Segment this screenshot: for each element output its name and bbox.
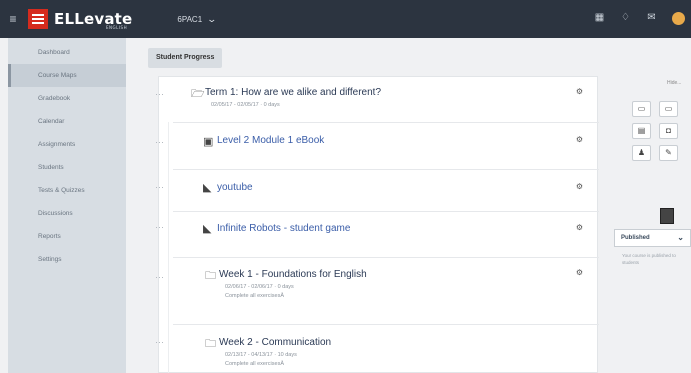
drag-handle-icon[interactable]: ⋯ (155, 222, 164, 233)
publish-status-value: Published (621, 235, 650, 241)
folder-open-icon: 🗁 (191, 88, 205, 100)
sidebar-item-settings[interactable]: Settings (8, 248, 126, 271)
course-map-card: ⋯ 🗁 Term 1: How are we alike and differe… (155, 76, 599, 373)
gear-icon[interactable]: ⚙ (576, 268, 583, 277)
chevron-down-icon: ⌄ (206, 13, 218, 24)
row-note: Complete all exercisesÂ (225, 293, 284, 299)
row-dates: 02/13/17 - 04/13/17 · 10 days (225, 352, 297, 358)
list-item[interactable]: ⋯ 🗀 Week 1 - Foundations for English 02/… (155, 258, 599, 324)
sidebar-item-tests-quizzes[interactable]: Tests & Quizzes (8, 179, 126, 202)
right-panel: Hide... ▭ ▭ ▤ ◘ ♟ ✎ Published ⌄ Your cou… (612, 76, 691, 373)
document-icon[interactable]: ▤ (632, 123, 651, 139)
row-title[interactable]: Level 2 Module 1 eBook (217, 135, 324, 146)
logo-mark (28, 9, 48, 29)
book-icon: ▣ (203, 136, 214, 148)
row-title[interactable]: youtube (217, 182, 253, 193)
grid-icon[interactable]: ▦ (594, 12, 605, 23)
gear-icon[interactable]: ⚙ (576, 182, 583, 191)
publish-status-select[interactable]: Published ⌄ (614, 229, 691, 247)
quiz-icon[interactable]: ◘ (659, 123, 678, 139)
brand-sub: ENGLISH (106, 25, 128, 30)
sidebar-item-gradebook[interactable]: Gradebook (8, 87, 126, 110)
sidebar-item-course-maps[interactable]: Course Maps (8, 64, 126, 87)
sidebar-item-reports[interactable]: Reports (8, 225, 126, 248)
row-note: Complete all exercisesÂ (225, 361, 284, 367)
row-title[interactable]: Week 1 - Foundations for English (219, 269, 367, 280)
drag-handle-icon[interactable]: ⋯ (155, 89, 164, 100)
list-item[interactable]: ⋯ ▣ Level 2 Module 1 eBook ⚙ (155, 123, 599, 167)
list-item[interactable]: ⋯ ◣ Infinite Robots - student game ⚙ (155, 212, 599, 256)
sidebar-item-discussions[interactable]: Discussions (8, 202, 126, 225)
user-icon[interactable]: ♟ (632, 145, 651, 161)
row-dates: 02/06/17 - 02/06/17 · 0 days (225, 284, 294, 290)
link-icon[interactable]: ▭ (659, 101, 678, 117)
sidebar-item-calendar[interactable]: Calendar (8, 110, 126, 133)
hide-link[interactable]: Hide... (667, 80, 681, 86)
drag-handle-icon[interactable]: ⋯ (155, 272, 164, 283)
publish-note: Your course is published to students (622, 253, 676, 265)
tag-icon: ◣ (203, 182, 212, 194)
row-title[interactable]: Week 2 - Communication (219, 337, 331, 348)
class-select-value: 6PAC1 (177, 14, 203, 24)
tag-icon: ◣ (203, 223, 212, 235)
sidebar: Dashboard Course Maps Gradebook Calendar… (8, 38, 126, 373)
drag-handle-icon[interactable]: ⋯ (155, 337, 164, 348)
folder-icon: 🗀 (205, 338, 216, 350)
gear-icon[interactable]: ⚙ (576, 223, 583, 232)
sidebar-item-dashboard[interactable]: Dashboard (8, 41, 126, 64)
main-content: Student Progress ⋯ 🗁 Term 1: How are we … (126, 38, 691, 373)
sidebar-item-assignments[interactable]: Assignments (8, 133, 126, 156)
top-icons: ▦ ♢ ✉ (594, 12, 685, 25)
hamburger-icon[interactable]: ≡ (2, 12, 24, 26)
bell-icon[interactable]: ♢ (620, 12, 631, 23)
drag-handle-icon[interactable]: ⋯ (155, 137, 164, 148)
folder-icon[interactable]: ▭ (632, 101, 651, 117)
class-selector[interactable]: 6PAC1 ⌄ (177, 13, 218, 25)
row-title[interactable]: Term 1: How are we alike and different? (205, 87, 381, 98)
mail-icon[interactable]: ✉ (646, 12, 657, 23)
chevron-down-icon: ⌄ (677, 233, 684, 242)
pencil-icon[interactable]: ✎ (659, 145, 678, 161)
list-item[interactable]: ⋯ 🗁 Term 1: How are we alike and differe… (155, 77, 599, 122)
list-item[interactable]: ⋯ 🗀 Week 2 - Communication 02/13/17 - 04… (155, 325, 599, 373)
drag-handle-icon[interactable]: ⋯ (155, 182, 164, 193)
top-bar: ≡ ELLevate ENGLISH 6PAC1 ⌄ ▦ ♢ ✉ (0, 0, 691, 38)
tab-student-progress[interactable]: Student Progress (148, 48, 223, 68)
gear-icon[interactable]: ⚙ (576, 135, 583, 144)
profile-icon[interactable] (672, 12, 685, 25)
brand-logo[interactable]: ELLevate ENGLISH (54, 10, 132, 30)
ebook-thumbnail-icon[interactable] (660, 208, 674, 224)
sidebar-item-students[interactable]: Students (8, 156, 126, 179)
row-title[interactable]: Infinite Robots - student game (217, 223, 350, 234)
folder-icon: 🗀 (205, 270, 216, 282)
gear-icon[interactable]: ⚙ (576, 87, 583, 96)
list-item[interactable]: ⋯ ◣ youtube ⚙ (155, 170, 599, 210)
row-dates: 02/05/17 - 02/05/17 · 0 days (211, 102, 280, 108)
